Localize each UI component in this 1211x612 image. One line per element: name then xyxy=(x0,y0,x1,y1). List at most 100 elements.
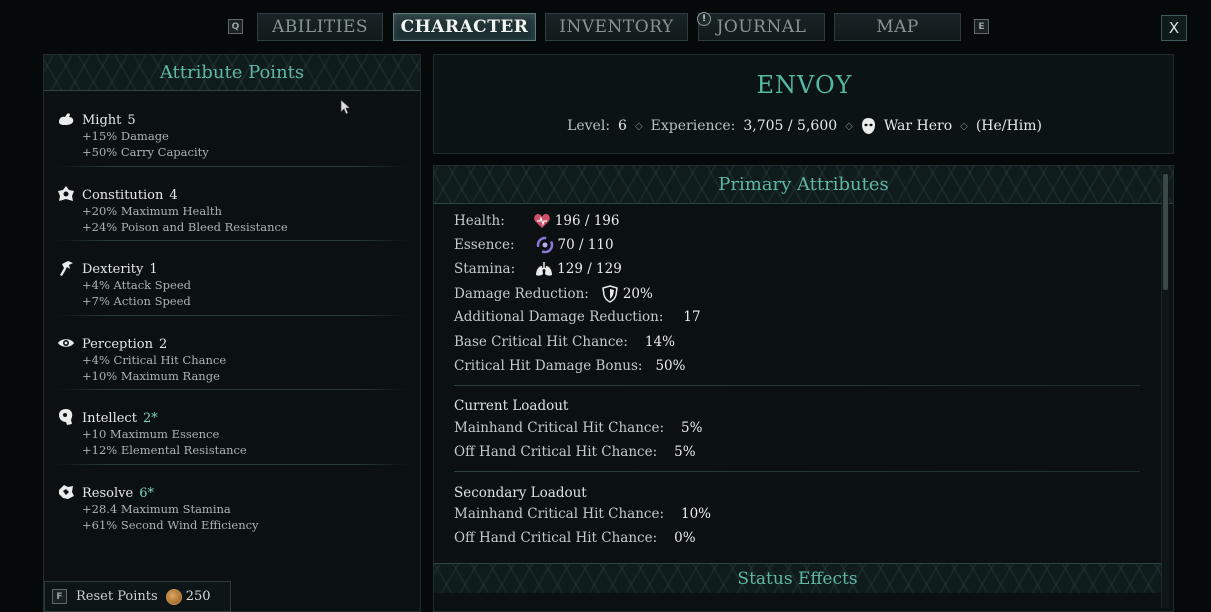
attribute-intellect[interactable]: Intellect 2* +10 Maximum Essence +12% Ele… xyxy=(44,389,420,464)
stat-label: Additional Damage Reduction: xyxy=(454,309,664,325)
perception-icon xyxy=(58,338,74,347)
attribute-list: Might 5 +15% Damage +50% Carry Capacity C… xyxy=(44,91,420,538)
stat-additional-damage-reduction: Additional Damage Reduction: 17 xyxy=(454,309,701,325)
attribute-effect: +61% Second Wind Efficiency xyxy=(82,517,259,532)
stat-value: 14% xyxy=(644,334,675,350)
separator-diamond-icon: ◇ xyxy=(845,120,853,132)
intellect-icon xyxy=(59,409,73,425)
stat-value: 70 / 110 xyxy=(557,237,614,253)
f-key-hint: F xyxy=(52,589,67,604)
attribute-name: Dexterity xyxy=(82,262,144,277)
primary-attributes-panel: Primary Attributes Health: 196 / 196 Ess… xyxy=(433,165,1174,612)
stat-stamina: Stamina: 129 / 129 xyxy=(454,260,622,278)
current-loadout-title: Current Loadout xyxy=(454,398,569,414)
stat-value: 20% xyxy=(622,286,653,302)
stat-label: Off Hand Critical Hit Chance: xyxy=(454,444,658,460)
reset-points-button[interactable]: F Reset Points 250 xyxy=(44,581,231,612)
attribute-dexterity[interactable]: Dexterity 1 +4% Attack Speed +7% Action S… xyxy=(44,240,420,315)
coin-icon xyxy=(165,588,182,605)
war-hero-mask-icon xyxy=(861,118,875,134)
might-icon xyxy=(59,113,74,125)
shield-icon xyxy=(601,285,618,303)
q-key-hint[interactable]: Q xyxy=(228,19,243,34)
attribute-resolve[interactable]: Resolve 6* +28.4 Maximum Stamina +61% Sec… xyxy=(44,463,420,539)
dexterity-icon xyxy=(60,261,73,276)
stat-secondary-mainhand-crit: Mainhand Critical Hit Chance: 10% xyxy=(454,506,711,522)
stat-label: Critical Hit Damage Bonus: xyxy=(454,358,643,374)
tab-inventory[interactable]: INVENTORY xyxy=(545,13,688,41)
attribute-name: Perception xyxy=(82,336,153,352)
attribute-name: Intellect xyxy=(82,411,137,426)
separator-diamond-icon: ◇ xyxy=(634,120,643,132)
scrollbar-thumb[interactable] xyxy=(1163,174,1168,290)
tab-character[interactable]: CHARACTER xyxy=(393,13,536,41)
experience-label: Experience: xyxy=(650,118,736,134)
stat-essence: Essence: 70 / 110 xyxy=(454,236,614,254)
stat-value: 17 xyxy=(683,309,701,325)
heart-icon xyxy=(533,214,550,228)
stat-label: Mainhand Critical Hit Chance: xyxy=(454,506,664,522)
separator-diamond-icon: ◇ xyxy=(960,120,968,132)
tab-map[interactable]: MAP xyxy=(834,13,961,41)
attribute-effect: +15% Damage xyxy=(82,129,169,143)
stat-value: 5% xyxy=(674,444,696,460)
primary-attributes-header: Primary Attributes xyxy=(434,166,1173,204)
attribute-value: 4 xyxy=(169,187,178,203)
attribute-effect: +50% Carry Capacity xyxy=(82,145,209,159)
stat-damage-reduction: Damage Reduction: 20% xyxy=(454,285,653,303)
character-summary-panel: ENVOY Level: 6 ◇ Experience: 3,705 / 5,6… xyxy=(433,54,1174,154)
level-value: 6 xyxy=(618,118,627,134)
stat-secondary-offhand-crit: Off Hand Critical Hit Chance: 0% xyxy=(454,530,696,546)
stat-value: 196 / 196 xyxy=(554,213,620,229)
attribute-value: 2 xyxy=(158,336,168,352)
resolve-icon xyxy=(59,484,74,499)
section-divider xyxy=(454,471,1140,472)
attribute-name: Might xyxy=(82,113,122,128)
attribute-value: 6* xyxy=(139,485,154,501)
essence-swirl-icon xyxy=(536,236,553,254)
character-name: ENVOY xyxy=(756,71,853,99)
attribute-effect: +4% Attack Speed xyxy=(82,278,192,292)
stat-label: Base Critical Hit Chance: xyxy=(454,334,628,350)
attribute-effect: +4% Critical Hit Chance xyxy=(82,352,227,367)
tab-abilities[interactable]: ABILITIES xyxy=(257,13,383,41)
attribute-effect: +20% Maximum Health xyxy=(82,203,222,218)
background-value[interactable]: War Hero xyxy=(884,118,952,134)
attribute-effect: +10% Maximum Range xyxy=(82,368,220,383)
attribute-name: Resolve xyxy=(82,485,134,501)
close-button[interactable]: X xyxy=(1161,15,1187,41)
tab-journal[interactable]: JOURNAL xyxy=(698,13,825,41)
attribute-value: 2* xyxy=(142,411,158,426)
reset-points-label: Reset Points xyxy=(76,589,158,604)
level-label: Level: xyxy=(567,118,611,134)
attribute-perception[interactable]: Perception 2 +4% Critical Hit Chance +10%… xyxy=(44,314,420,390)
experience-value: 3,705 / 5,600 xyxy=(743,118,838,134)
attribute-effect: +7% Action Speed xyxy=(82,294,191,308)
status-effects-header: Status Effects xyxy=(434,563,1161,593)
stat-value: 129 / 129 xyxy=(557,261,622,277)
attribute-effect: +12% Elemental Resistance xyxy=(82,443,247,457)
section-divider xyxy=(454,385,1140,386)
stat-value: 50% xyxy=(655,358,686,374)
attribute-effect: +10 Maximum Essence xyxy=(82,427,220,441)
attribute-effect: +24% Poison and Bleed Resistance xyxy=(82,219,288,234)
attribute-effect: +28.4 Maximum Stamina xyxy=(82,501,231,516)
stat-label: Health: xyxy=(454,213,505,229)
attribute-value: 1 xyxy=(149,262,158,277)
constitution-icon xyxy=(58,185,74,201)
attributes-scrollbar[interactable] xyxy=(1161,172,1169,608)
stat-base-critical-hit-chance: Base Critical Hit Chance: 14% xyxy=(454,334,675,350)
attribute-constitution[interactable]: Constitution 4 +20% Maximum Health +24% P… xyxy=(44,165,420,241)
attribute-value: 5 xyxy=(127,113,136,128)
stat-health: Health: 196 / 196 xyxy=(454,212,619,230)
pronouns-value: (He/Him) xyxy=(975,118,1042,134)
attribute-might[interactable]: Might 5 +15% Damage +50% Carry Capacity xyxy=(44,91,420,166)
stat-label: Mainhand Critical Hit Chance: xyxy=(454,420,664,436)
status-effects-title: Status Effects xyxy=(737,568,858,589)
stat-label: Damage Reduction: xyxy=(454,286,589,302)
stat-current-mainhand-crit: Mainhand Critical Hit Chance: 5% xyxy=(454,420,702,436)
secondary-loadout-title: Secondary Loadout xyxy=(454,485,587,501)
stat-label: Essence: xyxy=(454,237,515,253)
e-key-hint[interactable]: E xyxy=(974,19,989,34)
top-nav: Q ABILITIES CHARACTER INVENTORY JOURNAL … xyxy=(0,0,1211,52)
